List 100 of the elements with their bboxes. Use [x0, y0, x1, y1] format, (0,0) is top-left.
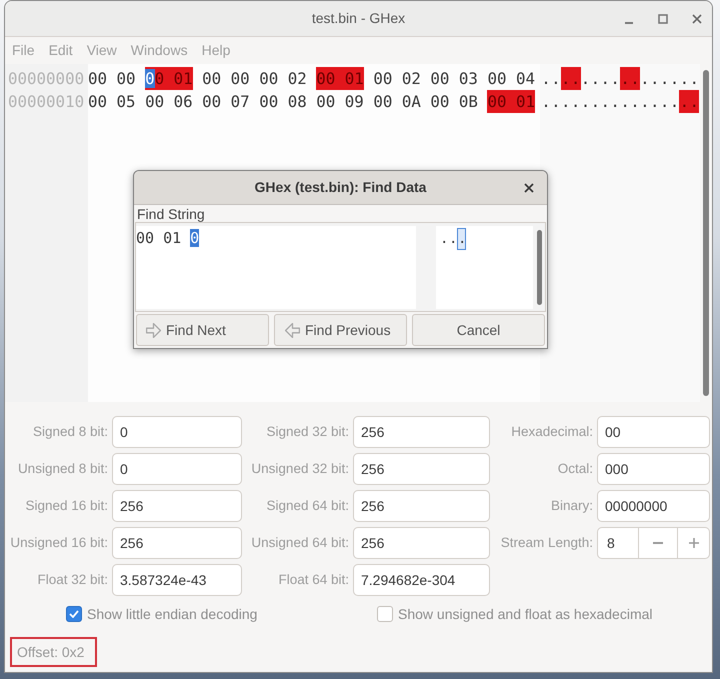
offset-label: 00000010 — [8, 91, 84, 113]
hex-byte[interactable]: 00 — [259, 67, 278, 90]
hex-byte[interactable]: 00 — [316, 90, 336, 113]
ascii-char[interactable]: . — [590, 67, 600, 90]
ascii-char[interactable]: . — [689, 67, 700, 90]
ascii-char[interactable]: . — [679, 67, 690, 90]
field-label: Signed 16 bit: — [25, 496, 108, 515]
ascii-char[interactable]: . — [640, 67, 650, 90]
ascii-char[interactable]: . — [541, 90, 551, 113]
ascii-char[interactable]: . — [670, 90, 680, 113]
window-title: test.bin - GHex — [312, 9, 406, 28]
hex-byte[interactable]: 00 — [88, 90, 108, 113]
ascii-char[interactable]: . — [560, 90, 571, 113]
hex-input-field[interactable]: 00 01 0 — [136, 226, 416, 309]
field-label: Float 64 bit: — [278, 570, 349, 589]
hex-byte[interactable]: 00 — [88, 67, 108, 90]
ascii-char[interactable]: . — [541, 67, 551, 90]
field-label: Stream Length: — [500, 534, 593, 552]
ascii-char[interactable]: . — [660, 90, 670, 113]
ascii-char[interactable]: . — [600, 90, 610, 113]
hex-byte[interactable]: 00 — [202, 67, 222, 90]
ascii-char[interactable]: . — [580, 90, 590, 113]
hex-byte[interactable]: 03 — [458, 67, 478, 90]
ascii-char[interactable]: . — [610, 90, 620, 113]
hex-byte[interactable]: 00 — [373, 67, 392, 90]
ascii-char[interactable]: . — [650, 67, 660, 90]
value-field[interactable]: 256 — [353, 527, 490, 559]
value-field[interactable]: 256 — [353, 490, 490, 522]
hex-byte[interactable]: 02 — [402, 67, 421, 90]
find-previous-button[interactable]: Find Previous — [274, 314, 407, 346]
hex-byte[interactable]: 00 — [430, 67, 450, 90]
plus-icon — [688, 538, 698, 548]
field-label: Octal: — [558, 460, 593, 478]
checkbox[interactable] — [377, 606, 393, 622]
find-next-button[interactable]: Find Next — [136, 314, 269, 346]
field-label: Unsigned 16 bit: — [10, 534, 108, 552]
ascii-char[interactable]: . — [590, 90, 600, 113]
arrow-left-icon — [285, 322, 300, 338]
close-icon[interactable] — [691, 12, 703, 24]
value-field[interactable]: 000 — [597, 453, 710, 485]
hex-byte[interactable]: 07 — [230, 90, 250, 113]
checkmark-icon — [69, 610, 79, 618]
value-field[interactable]: 00000000 — [597, 490, 710, 522]
ascii-char[interactable]: . — [640, 90, 650, 113]
ascii-char[interactable]: . — [650, 90, 660, 113]
field-label: Unsigned 8 bit: — [18, 460, 108, 478]
hex-byte[interactable]: 02 — [288, 67, 307, 90]
ascii-char[interactable]: . — [550, 67, 561, 90]
hex-byte[interactable]: 0B — [458, 90, 478, 113]
hex-byte[interactable]: 00 — [230, 67, 250, 90]
hex-byte[interactable]: 05 — [116, 90, 136, 113]
hex-byte[interactable]: 00 — [145, 67, 174, 90]
value-field[interactable]: 00 — [597, 416, 710, 448]
ascii-char[interactable]: . — [580, 67, 590, 90]
hex-byte[interactable]: 00 — [202, 90, 222, 113]
hex-byte[interactable]: 0A — [402, 90, 421, 113]
hex-byte[interactable]: 00 — [430, 90, 450, 113]
ascii-input-field[interactable]: ... — [436, 226, 533, 309]
ascii-char[interactable]: . — [600, 67, 610, 90]
value-field[interactable]: 0 — [112, 416, 242, 448]
field-label: Signed 64 bit: — [266, 496, 349, 515]
offset-label: 00000000 — [8, 68, 84, 90]
frame-label: Find String — [137, 206, 205, 222]
hex-byte[interactable]: 00 — [116, 67, 136, 90]
value-field[interactable]: 256 — [353, 416, 490, 448]
value-field[interactable]: 0 — [112, 453, 242, 485]
hex-byte[interactable]: 06 — [174, 90, 193, 113]
scrollbar-thumb[interactable] — [536, 230, 542, 305]
field-label: Signed 32 bit: — [266, 422, 349, 441]
close-icon[interactable] — [524, 182, 534, 192]
hex-byte[interactable]: 08 — [288, 90, 307, 113]
ascii-char[interactable]: . — [550, 90, 561, 113]
ascii-char[interactable]: . — [660, 67, 670, 90]
ascii-char[interactable]: . — [670, 67, 680, 90]
dialog-title: GHex (test.bin): Find Data — [254, 178, 426, 197]
value-field[interactable]: 7.294682e-304 — [353, 564, 490, 596]
field-label: Signed 8 bit: — [32, 422, 108, 441]
ascii-char[interactable]: . — [610, 67, 620, 90]
hex-byte[interactable]: 00 — [145, 90, 164, 113]
ascii-char[interactable]: . — [620, 90, 630, 113]
hex-byte[interactable]: 00 — [373, 90, 392, 113]
field-label: Unsigned 32 bit: — [251, 460, 349, 478]
maximize-icon[interactable] — [657, 12, 669, 24]
hex-byte[interactable]: 09 — [344, 90, 364, 113]
value-field[interactable]: 256 — [353, 453, 490, 485]
ascii-char[interactable]: . — [630, 90, 640, 113]
checkbox[interactable] — [66, 606, 82, 622]
spin-entry-field[interactable]: 8 — [597, 527, 639, 559]
value-field[interactable]: 256 — [112, 490, 242, 522]
value-field[interactable]: 3.587324e-43 — [112, 564, 242, 596]
hex-byte[interactable]: 00 — [259, 90, 278, 113]
cancel-button[interactable]: Cancel — [412, 314, 545, 346]
field-label: Unsigned 64 bit: — [251, 534, 349, 552]
field-label: Hexadecimal: — [511, 422, 593, 441]
hex-byte[interactable]: 00 — [487, 67, 506, 90]
field-label: Float 32 bit: — [37, 570, 108, 589]
scrollbar-thumb[interactable] — [703, 70, 709, 396]
ascii-char[interactable]: . — [570, 90, 581, 113]
value-field[interactable]: 256 — [112, 527, 242, 559]
hex-byte[interactable]: 04 — [516, 67, 535, 90]
